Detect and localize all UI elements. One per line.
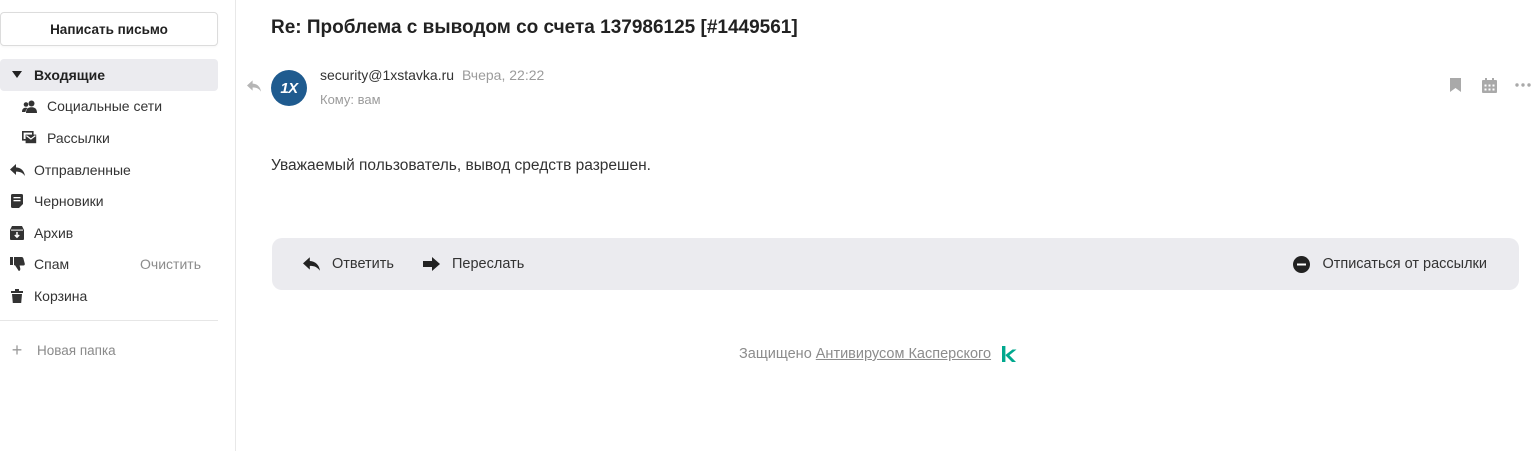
folder-archive[interactable]: Архив <box>0 217 218 249</box>
reply-label: Ответить <box>332 256 394 272</box>
sender-avatar[interactable]: 1X <box>271 70 307 106</box>
message-action-bar: Ответить Переслать Отписаться от рассылк… <box>272 238 1519 290</box>
folder-label: Архив <box>34 224 74 241</box>
newsletter-icon <box>21 130 37 146</box>
folder-newsletters[interactable]: Рассылки <box>0 122 218 154</box>
replied-indicator-icon <box>247 79 261 93</box>
plus-icon: + <box>11 339 23 360</box>
more-options-icon[interactable] <box>1515 77 1531 93</box>
folder-label: Рассылки <box>47 129 110 146</box>
kaspersky-link[interactable]: Антивирусом Касперского <box>816 346 991 362</box>
sender-line: security@1xstavka.ru Вчера, 22:22 <box>320 67 544 83</box>
folder-label: Корзина <box>34 287 88 304</box>
reply-icon <box>302 255 320 273</box>
folder-label: Спам <box>34 256 70 273</box>
sidebar: Написать письмо Входящие Социальные сети… <box>0 0 236 451</box>
caret-down-icon[interactable] <box>9 67 25 83</box>
folder-label: Социальные сети <box>47 98 163 115</box>
compose-button[interactable]: Написать письмо <box>0 12 218 46</box>
kaspersky-logo-icon[interactable] <box>1001 345 1017 363</box>
sent-date: Вчера, 22:22 <box>461 67 545 83</box>
trash-icon <box>9 288 25 304</box>
protected-text: Защищено <box>739 346 812 362</box>
thumbs-down-icon <box>9 256 25 272</box>
people-icon <box>21 98 37 114</box>
forward-label: Переслать <box>452 256 525 272</box>
calendar-icon[interactable] <box>1481 77 1497 93</box>
folder-spam[interactable]: Спам Очистить <box>0 249 218 281</box>
new-folder-label: Новая папка <box>37 342 116 358</box>
sidebar-divider <box>0 320 218 321</box>
folder-label: Отправленные <box>34 161 131 178</box>
message-toolbar <box>1447 77 1531 93</box>
folder-inbox[interactable]: Входящие <box>0 59 218 91</box>
folder-label: Входящие <box>34 66 105 83</box>
message-body: Уважаемый пользователь, вывод средств ра… <box>271 157 651 174</box>
sender-email[interactable]: security@1xstavka.ru <box>320 67 454 83</box>
folder-list: Входящие Социальные сети Рассылки Отправ… <box>0 59 218 312</box>
antivirus-notice: Защищено Антивирусом Касперского <box>739 345 1017 363</box>
folder-label: Черновики <box>34 193 104 210</box>
clear-spam-button[interactable]: Очистить <box>140 256 201 272</box>
forward-button[interactable]: Переслать <box>422 238 524 290</box>
forward-icon <box>422 255 440 273</box>
mail-app: Написать письмо Входящие Социальные сети… <box>0 0 1539 451</box>
unsubscribe-button[interactable]: Отписаться от рассылки <box>1292 238 1487 290</box>
folder-trash[interactable]: Корзина <box>0 280 218 312</box>
unsubscribe-label: Отписаться от рассылки <box>1322 256 1487 272</box>
folder-drafts[interactable]: Черновики <box>0 185 218 217</box>
archive-icon <box>9 225 25 241</box>
draft-icon <box>9 193 25 209</box>
minus-circle-icon <box>1292 255 1310 273</box>
folder-social[interactable]: Социальные сети <box>0 91 218 123</box>
reply-button[interactable]: Ответить <box>302 238 394 290</box>
reply-arrow-icon <box>9 162 25 178</box>
bookmark-icon[interactable] <box>1447 77 1463 93</box>
new-folder-button[interactable]: + Новая папка <box>0 338 116 362</box>
recipient-line[interactable]: Кому: вам <box>320 92 381 107</box>
folder-sent[interactable]: Отправленные <box>0 154 218 186</box>
message-subject: Re: Проблема с выводом со счета 13798612… <box>271 17 798 38</box>
